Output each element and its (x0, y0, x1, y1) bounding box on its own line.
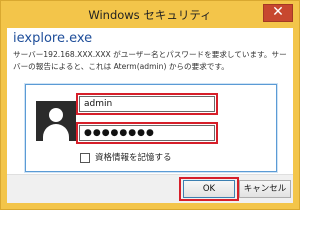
user-avatar-icon (36, 101, 76, 141)
remember-label: 資格情報を記憶する (95, 153, 172, 163)
dialog-content: iexplore.exe サーバー192.168.XXX.XXX がユーザー名と… (7, 28, 293, 203)
close-button[interactable]: ✕ (263, 4, 293, 22)
dialog-message: サーバー192.168.XXX.XXX がユーザー名とパスワードを要求しています… (13, 50, 287, 71)
title-bar[interactable]: Windows セキュリティ ✕ (1, 1, 299, 28)
username-field[interactable]: admin (79, 96, 215, 112)
security-dialog-window: Windows セキュリティ ✕ iexplore.exe サーバー192.16… (0, 0, 300, 210)
password-field[interactable]: ●●●●●●●● (79, 125, 215, 141)
app-name: iexplore.exe (13, 31, 93, 46)
close-icon: ✕ (272, 4, 284, 20)
credential-panel: admin ●●●●●●●● 資格情報を記憶する (25, 84, 277, 172)
cancel-button[interactable]: キャンセル (239, 180, 291, 198)
avatar-head-shape (49, 108, 63, 122)
remember-checkbox[interactable] (80, 152, 90, 163)
button-bar: OK キャンセル (7, 174, 293, 203)
remember-credentials-option[interactable]: 資格情報を記憶する (80, 151, 172, 163)
avatar-body-shape (43, 124, 69, 141)
ok-button[interactable]: OK (183, 180, 235, 198)
window-title: Windows セキュリティ (88, 8, 212, 22)
